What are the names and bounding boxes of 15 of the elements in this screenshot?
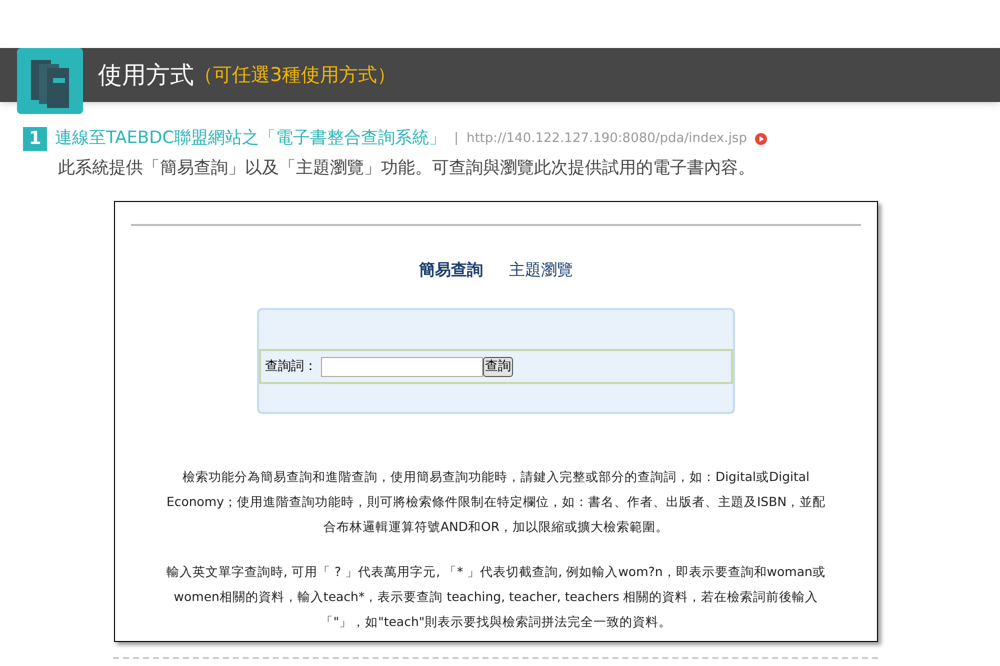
search-label: 查詢詞： (265, 358, 317, 376)
header-subtitle: （可任選3種使用方式） (194, 62, 396, 88)
books-icon (17, 48, 83, 114)
step-number: 1 (23, 126, 47, 151)
help-paragraph: 輸入英文單字查詢時, 可用「 ? 」代表萬用字元, 「* 」代表切截查詢, 例如輸入wom?n，即表示要查詢和woman或 women相關的資料，輸入teach*，表示要查詢 teaching, teacher, teachers 相關的資料，若在檢索詞前後輸入「"」，如"teach"則表示要找與檢索詞拼法完全一致的資料。 (166, 563, 826, 631)
search-field[interactable] (321, 356, 483, 376)
step-title: 連線至TAEBDC聯盟網站之「電子書整合查詢系統」 (55, 127, 446, 150)
search-button[interactable]: 查詢 (483, 356, 513, 376)
play-icon (754, 132, 767, 145)
step-description: 此系統提供「簡易查詢」以及「主題瀏覽」功能。可查詢與瀏覽此次提供試用的電子書內容。 (57, 156, 756, 180)
help-paragraph: 檢索功能分為簡易查詢和進階查詢，使用簡易查詢功能時，請鍵入完整或部分的查詢詞，如：Digital或Digital Economy；使用進階查詢功能時，則可將檢索條件限制在特定欄位，如：書名、作者、出版者、主題及ISBN，並配合布林邏輯運算符號AND和OR，加以限縮或擴大檢索範圍。 (165, 468, 827, 536)
header-title: 使用方式 (98, 60, 194, 91)
separator: | (454, 130, 458, 148)
tab[interactable]: 簡易查詢 (419, 258, 483, 282)
tab[interactable]: 主題瀏覽 (509, 258, 573, 282)
